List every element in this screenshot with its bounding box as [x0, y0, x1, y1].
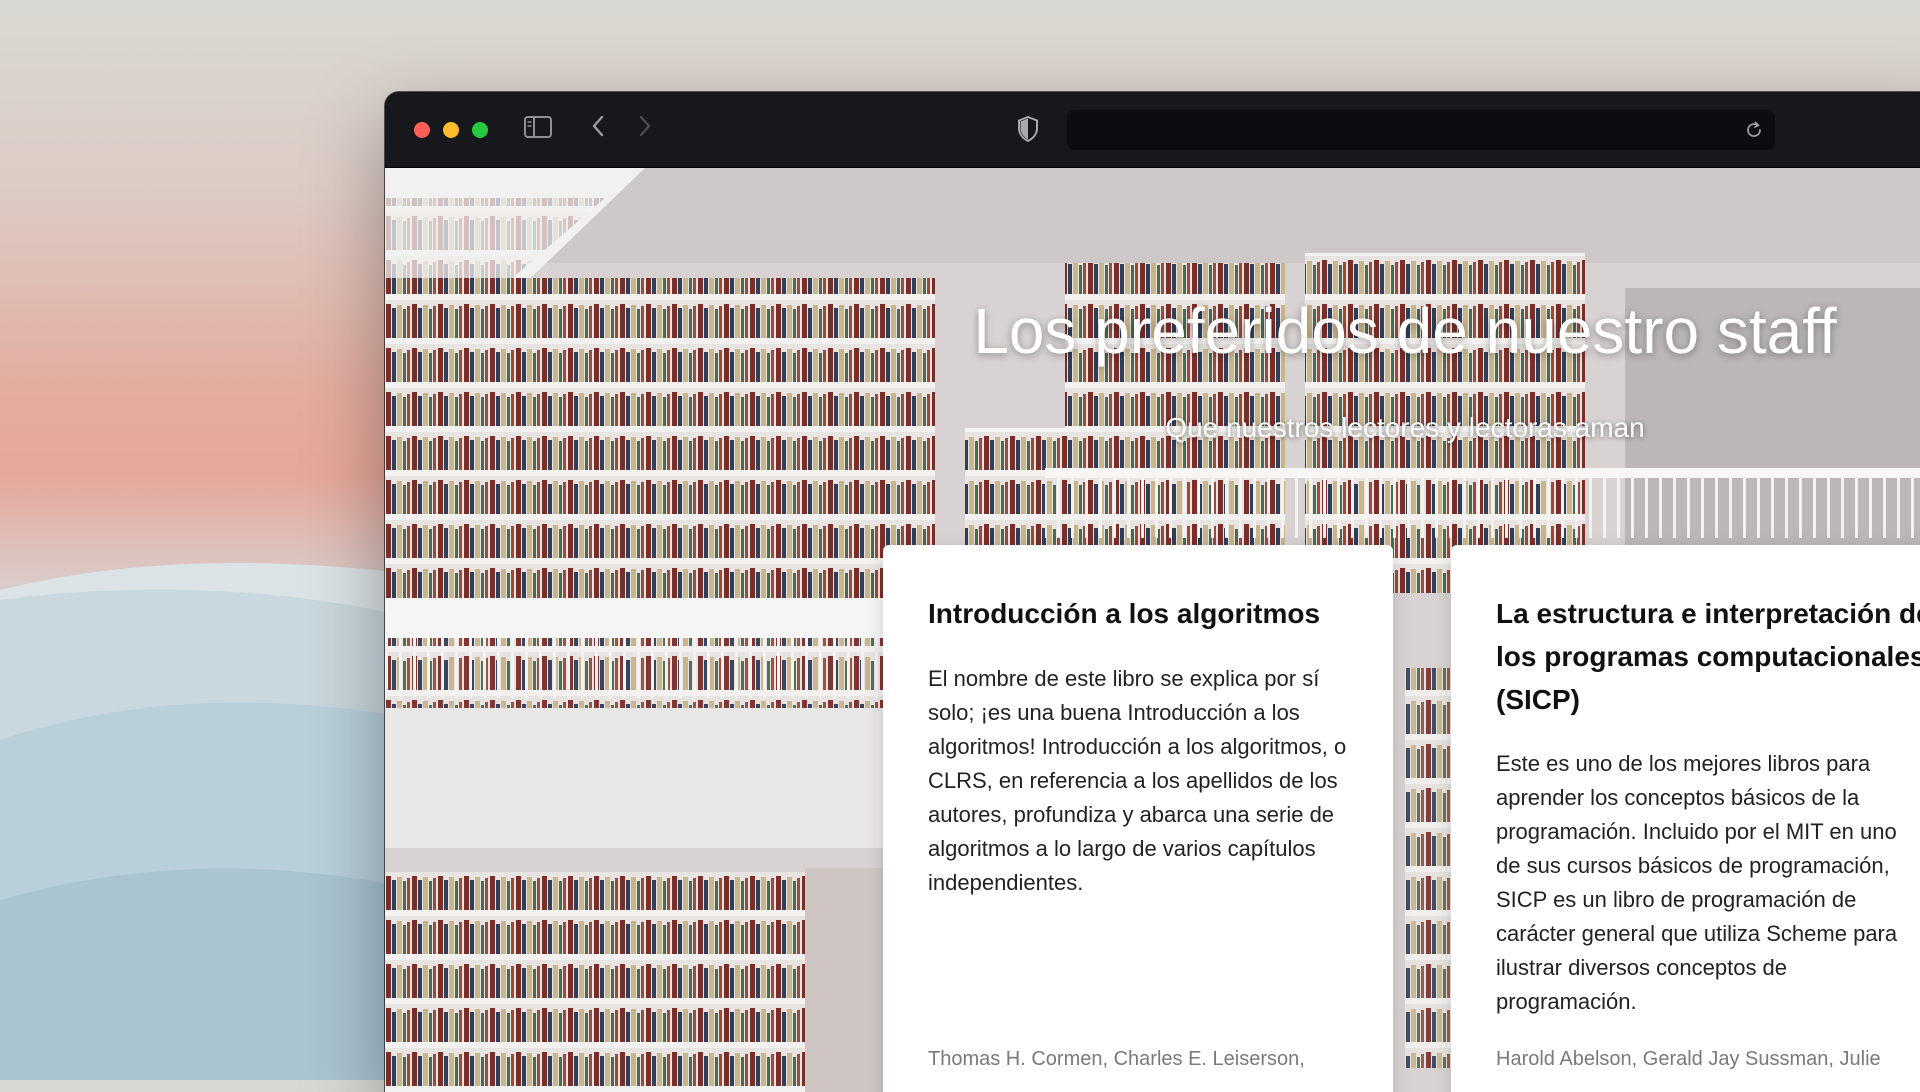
chevron-right-icon[interactable] — [638, 114, 652, 138]
minimize-window-button[interactable] — [443, 122, 459, 138]
close-window-button[interactable] — [414, 122, 430, 138]
book-card[interactable]: Introducción a los algoritmos El nombre … — [883, 545, 1393, 1092]
sidebar-icon[interactable] — [524, 116, 552, 138]
book-authors: Harold Abelson, Gerald Jay Sussman, Juli… — [1496, 1048, 1881, 1070]
address-bar[interactable] — [1067, 110, 1775, 150]
page-content: Los preferidos de nuestro staff Que nues… — [385, 168, 1920, 1092]
hero-subtitle: Que nuestros lectores y lectoras aman — [1165, 412, 1645, 443]
book-description: El nombre de este libro se explica por s… — [928, 666, 1347, 895]
book-description: Este es uno de los mejores libros para a… — [1496, 751, 1898, 1014]
chevron-left-icon[interactable] — [591, 114, 605, 138]
zoom-window-button[interactable] — [472, 122, 488, 138]
book-title[interactable]: Introducción a los algoritmos — [928, 592, 1363, 635]
reload-icon[interactable] — [1745, 121, 1763, 144]
browser-window: Los preferidos de nuestro staff Que nues… — [385, 92, 1920, 1092]
hero-title: Los preferidos de nuestro staff — [973, 295, 1837, 367]
shield-icon[interactable] — [1017, 116, 1039, 142]
book-title[interactable]: La estructura e interpretación de los pr… — [1496, 592, 1920, 721]
browser-toolbar — [385, 92, 1920, 168]
book-authors: Thomas H. Cormen, Charles E. Leiserson, — [928, 1048, 1305, 1070]
book-card[interactable]: La estructura e interpretación de los pr… — [1451, 545, 1920, 1092]
